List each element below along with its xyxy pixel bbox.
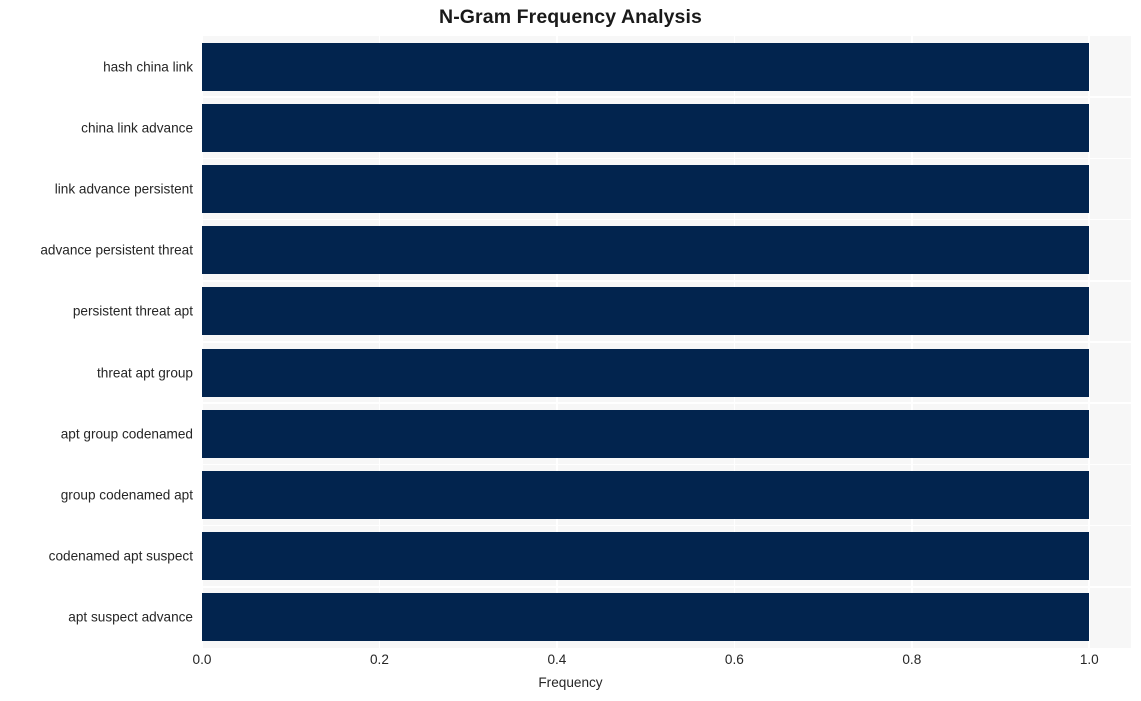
- y-axis-tick-label: group codenamed apt: [60, 487, 193, 503]
- bar: [202, 532, 1090, 581]
- horizontal-gridline: [202, 402, 1131, 404]
- x-axis-tick-label: 0.2: [370, 652, 389, 667]
- y-axis-tick-labels: hash china link china link advance link ad…: [0, 36, 193, 648]
- y-axis-tick-label: advance persistent threat: [40, 242, 193, 258]
- x-axis-tick-label: 1.0: [1079, 652, 1099, 667]
- plot-area: [202, 36, 1131, 648]
- y-axis-tick-label: apt group codenamed: [60, 426, 193, 442]
- y-axis-tick-label: apt suspect advance: [68, 609, 193, 625]
- x-axis-tick-label: 0.0: [192, 652, 212, 667]
- x-axis-tick-label: 0.8: [902, 652, 922, 667]
- bar: [202, 348, 1090, 397]
- horizontal-gridline: [202, 524, 1131, 527]
- horizontal-gridline: [202, 341, 1131, 343]
- y-axis-tick-label: china link advance: [81, 120, 193, 136]
- y-axis-tick-label: link advance persistent: [54, 181, 193, 197]
- horizontal-gridline: [202, 218, 1131, 221]
- x-axis-tick-label: 0.6: [724, 652, 744, 667]
- chart-figure: N-Gram Frequency Analysis hash china lin…: [0, 0, 1141, 701]
- bar: [202, 409, 1090, 458]
- bar: [202, 593, 1090, 642]
- x-axis-label: Frequency: [538, 675, 603, 690]
- y-axis-tick-label: threat apt group: [97, 365, 193, 381]
- horizontal-gridline: [202, 157, 1131, 160]
- y-axis-tick-label: hash china link: [103, 59, 193, 75]
- bar: [202, 103, 1090, 152]
- x-axis-tick-labels: 0.0 0.2 0.4 0.6 0.8 1.0: [193, 652, 1131, 672]
- horizontal-gridline: [202, 586, 1131, 588]
- chart-title: N-Gram Frequency Analysis: [439, 6, 702, 28]
- horizontal-gridline: [202, 463, 1131, 466]
- bar: [202, 164, 1090, 214]
- bar: [202, 226, 1090, 275]
- bar: [202, 470, 1090, 520]
- bar: [202, 287, 1090, 336]
- bar: [202, 42, 1090, 91]
- horizontal-gridline: [202, 280, 1131, 282]
- y-axis-tick-label: codenamed apt suspect: [48, 548, 193, 564]
- horizontal-gridline: [202, 96, 1131, 98]
- y-axis-tick-label: persistent threat apt: [72, 303, 193, 319]
- x-axis-tick-label: 0.4: [547, 652, 567, 667]
